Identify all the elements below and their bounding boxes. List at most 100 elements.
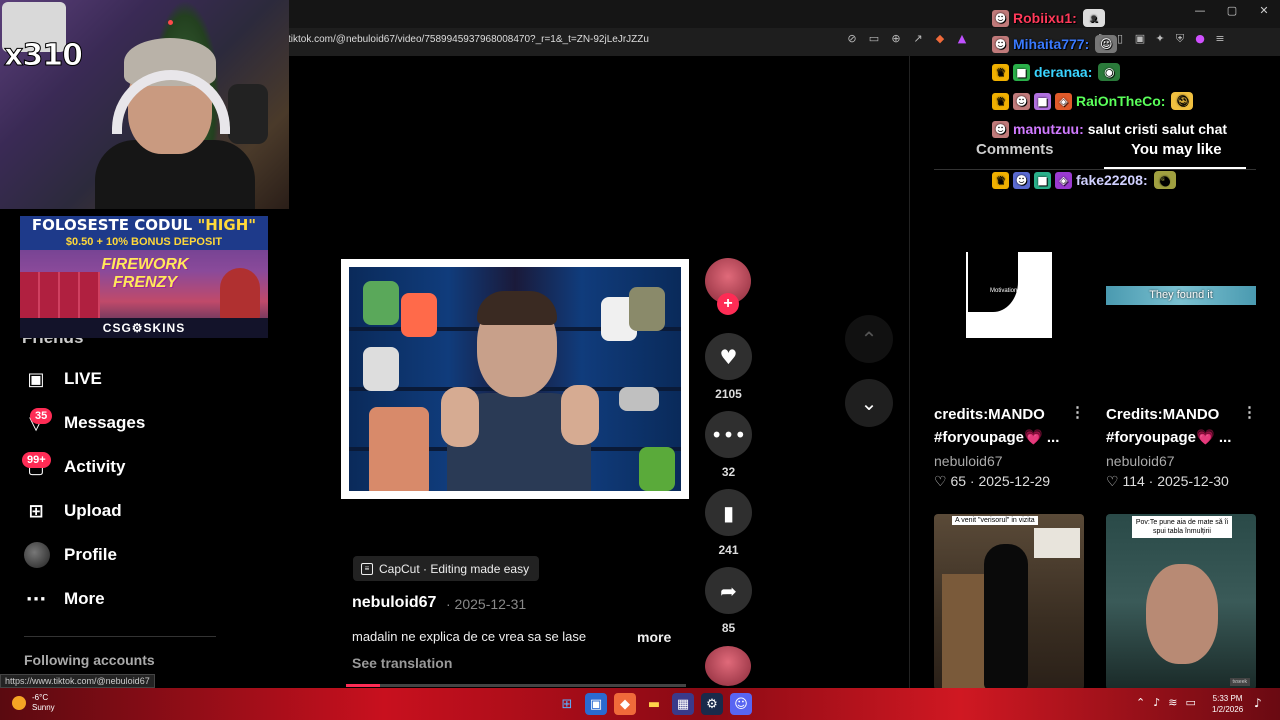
chevron-up-icon: ⌃ <box>860 327 878 351</box>
minimize-button[interactable]: — <box>1184 4 1216 17</box>
store-icon[interactable]: ▦ <box>672 693 694 715</box>
leo-icon[interactable]: ● <box>1192 31 1208 47</box>
capcut-tag[interactable]: ≡ CapCut · Editing made easy <box>353 556 540 581</box>
nav-label-more: More <box>64 589 105 608</box>
video-card-stats: ♡ 114 · 2025-12-30 <box>1106 473 1229 489</box>
maximize-button[interactable]: ▢ <box>1216 4 1248 17</box>
nav-item-live[interactable]: ▣ LIVE <box>24 364 101 394</box>
discord-icon[interactable]: ☺ <box>730 693 752 715</box>
wifi-icon[interactable]: ≋ <box>1168 696 1177 709</box>
video-card-author[interactable]: nebuloid67 <box>1106 453 1175 469</box>
chat-username: manutzuu: <box>1013 121 1084 137</box>
status-bar-url: https://www.tiktok.com/@nebuloid67 <box>0 674 155 688</box>
like-button[interactable]: ♥ <box>705 333 752 380</box>
notification-bell-icon[interactable]: ♪ <box>1254 696 1262 710</box>
wallet-icon[interactable]: ▣ <box>1132 31 1148 47</box>
dog-emote-icon: ◕ <box>1153 171 1176 189</box>
cat-emote-icon: ᴥ <box>1082 9 1105 27</box>
toy <box>401 293 437 337</box>
thumbnail-caption: They found it <box>1106 286 1256 305</box>
clock[interactable]: 5:33 PM 1/2/2026 <box>1212 693 1243 715</box>
steam-icon[interactable]: ⚙ <box>701 693 723 715</box>
thumbnail-caption: Motivation? <box>990 288 1021 294</box>
video-progress-bar[interactable] <box>346 684 686 687</box>
user-avatar-icon: ☻ <box>992 9 1009 27</box>
vpn-icon[interactable]: ⛨ <box>1172 31 1188 47</box>
video-thumbnail[interactable]: They found it <box>1106 230 1256 360</box>
ad-line-1: FOLOSESTE CODUL "HIGH" <box>31 216 257 234</box>
video-thumbnail[interactable]: Pov:Te pune aia de mate să îi spui tabla… <box>1106 514 1256 690</box>
messages-badge: 35 <box>30 408 53 424</box>
video-card-author[interactable]: nebuloid67 <box>934 453 1003 469</box>
follow-button[interactable]: + <box>717 293 739 315</box>
clock-time: 5:33 PM <box>1212 694 1243 703</box>
eye-off-icon[interactable]: ⊘ <box>844 31 860 47</box>
windows-start-icon[interactable]: ⊞ <box>556 693 578 715</box>
video-title[interactable]: Credits:MANDO #foryoupage💗 ... <box>1106 403 1256 449</box>
zoom-icon[interactable]: ⊕ <box>888 31 904 47</box>
brave-browser-icon[interactable]: ◆ <box>614 693 636 715</box>
more-button[interactable]: more <box>637 629 671 645</box>
nav-item-profile[interactable]: Profile <box>24 540 117 570</box>
frog-emote-icon: ◉ <box>1098 63 1121 81</box>
toy <box>639 447 675 491</box>
chat-message: ♛ ■ deranaa: ◉ <box>992 61 1121 83</box>
video-date: · 2025-12-31 <box>446 596 527 612</box>
user-avatar-icon: ☻ <box>1013 171 1030 189</box>
chat-tray-icon[interactable]: ▭ <box>1185 696 1195 709</box>
bookmark-icon: ▮ <box>722 500 734 525</box>
profile-avatar <box>24 542 50 568</box>
weather-widget[interactable]: -6°C Sunny <box>12 693 55 713</box>
video-description: madalin ne explica de ce vrea sa se lase <box>352 629 587 644</box>
nav-label-profile: Profile <box>64 545 117 564</box>
kebab-menu-icon[interactable]: ⋮ <box>1070 403 1085 421</box>
heart-outline-icon: ♡ <box>1106 473 1119 489</box>
close-window-button[interactable]: ✕ <box>1248 4 1280 17</box>
toy <box>629 287 665 331</box>
comment-button[interactable]: ••• <box>705 411 752 458</box>
video-hand <box>441 387 479 447</box>
chevron-down-icon: ⌄ <box>860 391 878 415</box>
following-accounts-heading: Following accounts <box>24 652 155 668</box>
file-explorer-icon[interactable]: ▬ <box>643 693 665 715</box>
nav-item-more[interactable]: ··· More <box>24 584 105 614</box>
video-author[interactable]: nebuloid67 <box>352 594 436 612</box>
save-count: 241 <box>718 543 739 557</box>
sub-badge-icon: ◈ <box>1055 92 1072 110</box>
video-player[interactable] <box>341 259 689 499</box>
brave-shield-icon[interactable]: ◆ <box>932 31 948 47</box>
share-button[interactable]: ➦ <box>705 567 752 614</box>
share-icon[interactable]: ↗ <box>910 31 926 47</box>
weather-condition: Sunny <box>32 703 55 712</box>
toy <box>619 387 659 411</box>
video-thumbnail[interactable]: A venit "verisorul" in vizita <box>934 514 1084 690</box>
music-disc-avatar[interactable] <box>705 646 751 686</box>
video-thumbnail[interactable]: Motivation? <box>934 230 1084 360</box>
comment-icon: ••• <box>710 422 747 447</box>
nav-item-upload[interactable]: ⊞ Upload <box>24 496 121 526</box>
puzzle-icon[interactable]: ✦ <box>1152 31 1168 47</box>
task-view-icon[interactable]: ▣ <box>585 693 607 715</box>
system-tray: ⌃ ♪ ≋ ▭ <box>1136 696 1196 709</box>
thumbnail-caption: A venit "verisorul" in vizita <box>952 516 1038 525</box>
chat-message: ☻ Mihaita777: ☺ <box>992 33 1118 55</box>
thumbnail-badge: tvseek <box>1229 678 1250 686</box>
save-button[interactable]: ▮ <box>705 489 752 536</box>
chevron-up-icon[interactable]: ⌃ <box>1136 696 1145 709</box>
video-title[interactable]: credits:MANDO #foryoupage💗 ... <box>934 403 1084 449</box>
capcut-icon: ≡ <box>361 562 373 575</box>
live-icon: ▣ <box>27 368 45 390</box>
see-translation-link[interactable]: See translation <box>352 655 452 671</box>
previous-video-button[interactable]: ⌃ <box>845 315 893 363</box>
gift-badge-icon: ■ <box>1034 171 1051 189</box>
sun-icon <box>12 696 26 710</box>
ad-santa <box>220 268 260 320</box>
cast-icon[interactable]: ▭ <box>866 31 882 47</box>
kebab-menu-icon[interactable]: ⋮ <box>1242 403 1257 421</box>
speaker-icon[interactable]: ♪ <box>1153 696 1160 709</box>
brave-rewards-icon[interactable]: ▲ <box>954 31 970 47</box>
comment-count: 32 <box>721 465 736 479</box>
next-video-button[interactable]: ⌄ <box>845 379 893 427</box>
menu-icon[interactable]: ≡ <box>1212 31 1228 47</box>
chat-username: fake22208: <box>1076 172 1148 188</box>
